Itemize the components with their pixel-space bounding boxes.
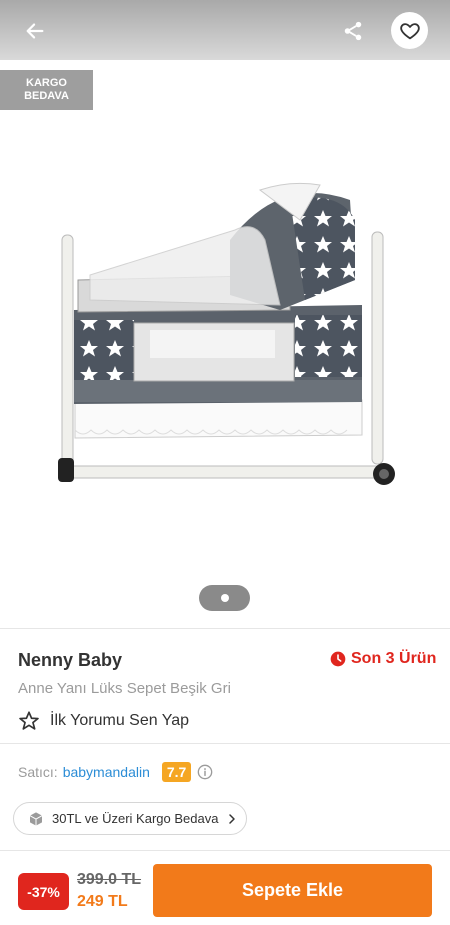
checkout-bar: -37% 399.0 TL 249 TL Sepete Ekle: [0, 850, 450, 925]
current-price: 249 TL: [77, 893, 128, 910]
write-review-link[interactable]: İlk Yorumu Sen Yap: [18, 710, 189, 732]
product-image[interactable]: [50, 180, 410, 510]
image-pager: [199, 585, 250, 611]
product-gallery[interactable]: KARGO BEDAVA: [0, 60, 450, 628]
seller-label: Satıcı:: [18, 764, 58, 780]
chevron-right-icon: [229, 813, 236, 824]
badge-line-1: KARGO: [26, 77, 67, 89]
brand-name[interactable]: Nenny Baby: [18, 650, 122, 671]
info-icon[interactable]: [197, 764, 213, 780]
share-icon: [344, 21, 362, 41]
seller-row: Satıcı: babymandalin 7.7: [18, 762, 213, 782]
favorite-button[interactable]: [391, 12, 428, 49]
share-button[interactable]: [338, 16, 368, 46]
seller-link[interactable]: babymandalin: [63, 764, 150, 780]
star-outline-icon: [19, 711, 39, 730]
discount-badge: -37%: [18, 873, 69, 910]
back-button[interactable]: [20, 16, 50, 46]
badge-line-2: BEDAVA: [24, 90, 69, 102]
arrow-left-icon: [26, 23, 44, 39]
divider: [0, 628, 450, 629]
heart-icon: [399, 22, 420, 39]
stock-warning: Son 3 Ürün: [330, 650, 436, 668]
shipping-label: 30TL ve Üzeri Kargo Bedava: [52, 811, 219, 826]
package-icon: [29, 811, 43, 826]
top-bar: [0, 0, 450, 60]
seller-score-badge: 7.7: [161, 762, 192, 782]
add-to-cart-button[interactable]: Sepete Ekle: [153, 864, 432, 917]
pager-dot: [220, 594, 229, 602]
old-price: 399.0 TL: [77, 871, 142, 888]
stock-label: Son 3 Ürün: [351, 650, 437, 667]
review-label: İlk Yorumu Sen Yap: [50, 712, 190, 729]
divider: [0, 743, 450, 744]
product-title: Anne Yanı Lüks Sepet Beşik Gri: [18, 680, 231, 697]
clock-icon: [330, 651, 346, 667]
free-shipping-badge: KARGO BEDAVA: [0, 70, 93, 110]
shipping-info-chip[interactable]: 30TL ve Üzeri Kargo Bedava: [13, 802, 247, 835]
